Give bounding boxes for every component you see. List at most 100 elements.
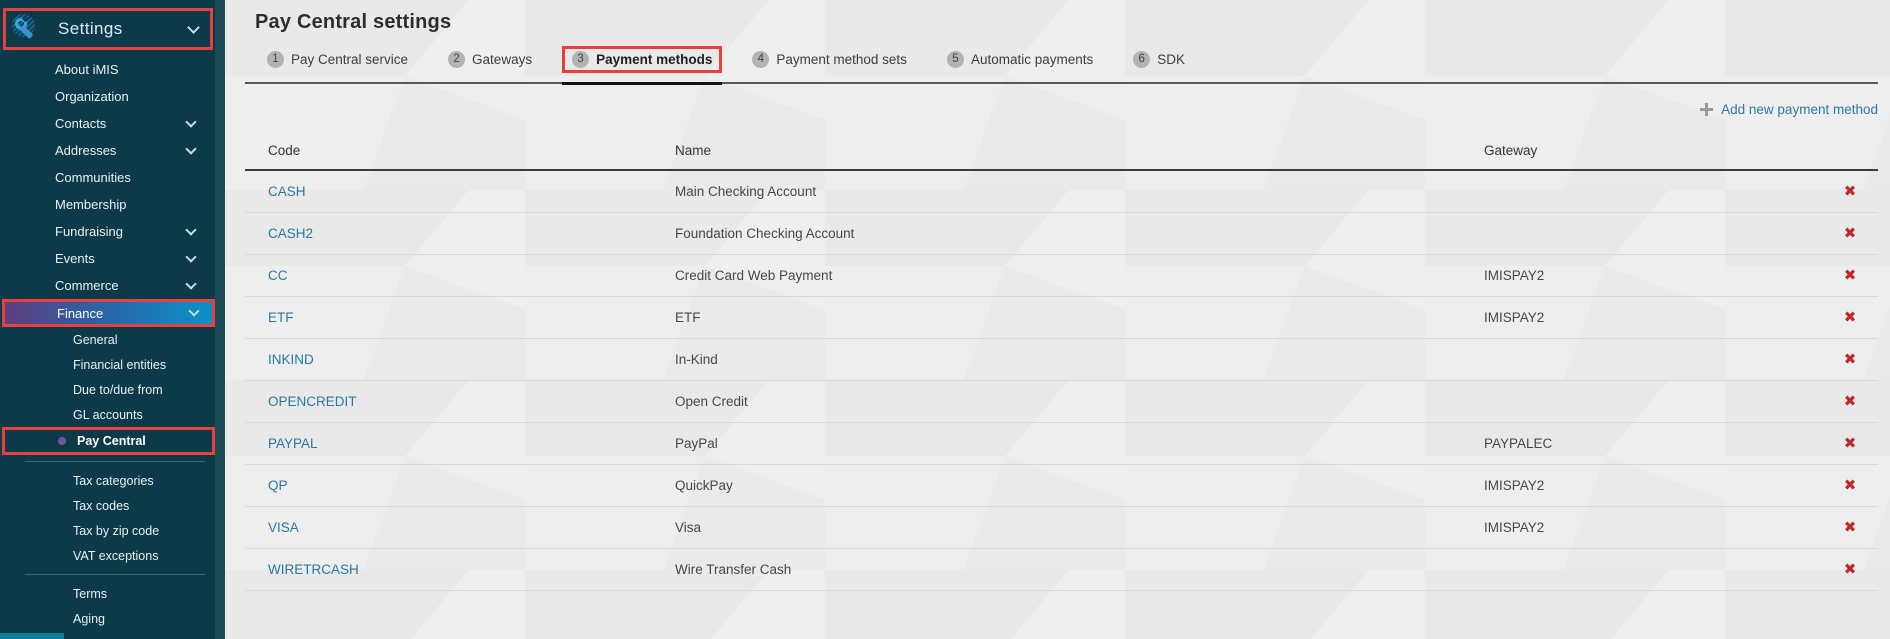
- sidebar-item-contacts[interactable]: Contacts: [0, 110, 215, 137]
- table-row: INKIND In-Kind ✖: [245, 339, 1878, 381]
- sidebar-divider: [25, 574, 205, 575]
- chevron-down-icon: [188, 305, 199, 316]
- payment-method-name: Wire Transfer Cash: [675, 562, 1484, 577]
- sidebar: Settings About iMIS Organization Contact…: [0, 0, 225, 639]
- sidebar-item-label: VAT exceptions: [73, 549, 158, 563]
- delete-x-icon[interactable]: ✖: [1844, 477, 1857, 494]
- sidebar-item-membership[interactable]: Membership: [0, 191, 215, 218]
- payment-method-name: In-Kind: [675, 352, 1484, 367]
- sidebar-item-communities[interactable]: Communities: [0, 164, 215, 191]
- sidebar-item-label: Tax by zip code: [73, 524, 159, 538]
- tab-sdk[interactable]: 6 SDK: [1126, 49, 1192, 70]
- sidebar-item-label: Tax codes: [73, 499, 129, 513]
- sidebar-item-events[interactable]: Events: [0, 245, 215, 272]
- tab-number-badge: 5: [947, 51, 964, 68]
- sidebar-item-financial-entities[interactable]: Financial entities: [0, 352, 215, 377]
- payment-method-name: PayPal: [675, 436, 1484, 451]
- tab-gateways[interactable]: 2 Gateways: [441, 49, 539, 70]
- sidebar-item-fundraising[interactable]: Fundraising: [0, 218, 215, 245]
- payment-method-code-link[interactable]: INKIND: [268, 352, 314, 367]
- sidebar-item-label: About iMIS: [55, 62, 119, 77]
- chevron-down-icon: [187, 21, 200, 34]
- payment-methods-table: Code Name Gateway CASH Main Checking Acc…: [245, 131, 1878, 591]
- delete-x-icon[interactable]: ✖: [1844, 393, 1857, 410]
- add-new-payment-method-link[interactable]: Add new payment method: [1700, 102, 1878, 117]
- payment-method-code-link[interactable]: CC: [268, 268, 288, 283]
- delete-x-icon[interactable]: ✖: [1844, 561, 1857, 578]
- sidebar-item-addresses[interactable]: Addresses: [0, 137, 215, 164]
- payment-method-code-link[interactable]: PAYPAL: [268, 436, 318, 451]
- sidebar-item-pay-central[interactable]: Pay Central: [2, 427, 215, 455]
- sidebar-item-label: Events: [55, 251, 95, 266]
- sidebar-item-vat-exceptions[interactable]: VAT exceptions: [0, 543, 215, 568]
- payment-method-gateway: IMISPAY2: [1484, 268, 1822, 283]
- payment-method-name: QuickPay: [675, 478, 1484, 493]
- payment-method-name: ETF: [675, 310, 1484, 325]
- delete-x-icon[interactable]: ✖: [1844, 183, 1857, 200]
- sidebar-item-aging[interactable]: Aging: [0, 606, 215, 631]
- table-row: CASH Main Checking Account ✖: [245, 171, 1878, 213]
- payment-method-code-link[interactable]: OPENCREDIT: [268, 394, 357, 409]
- table-row: ETF ETF IMISPAY2 ✖: [245, 297, 1878, 339]
- sidebar-nav: About iMIS Organization Contacts Address…: [0, 56, 225, 631]
- delete-x-icon[interactable]: ✖: [1844, 519, 1857, 536]
- sidebar-item-label: Terms: [73, 587, 107, 601]
- table-toolbar: Add new payment method: [245, 99, 1878, 119]
- payment-method-code-link[interactable]: QP: [268, 478, 288, 493]
- tab-payment-method-sets[interactable]: 4 Payment method sets: [745, 49, 914, 70]
- sidebar-scrollbar-thumb[interactable]: [0, 633, 64, 639]
- sidebar-item-label: Commerce: [55, 278, 119, 293]
- column-header-gateway: Gateway: [1484, 143, 1822, 158]
- sidebar-item-general[interactable]: General: [0, 327, 215, 352]
- tab-number-badge: 6: [1133, 51, 1150, 68]
- tab-pay-central-service[interactable]: 1 Pay Central service: [260, 49, 415, 70]
- payment-method-name: Foundation Checking Account: [675, 226, 1484, 241]
- sidebar-item-tax-by-zip-code[interactable]: Tax by zip code: [0, 518, 215, 543]
- payment-method-name: Visa: [675, 520, 1484, 535]
- sidebar-item-tax-categories[interactable]: Tax categories: [0, 468, 215, 493]
- payment-method-code-link[interactable]: ETF: [268, 310, 294, 325]
- delete-x-icon[interactable]: ✖: [1844, 435, 1857, 452]
- column-header-name: Name: [675, 143, 1484, 158]
- payment-method-code-link[interactable]: CASH2: [268, 226, 313, 241]
- tab-automatic-payments[interactable]: 5 Automatic payments: [940, 49, 1100, 70]
- payment-method-code-link[interactable]: CASH: [268, 184, 306, 199]
- delete-x-icon[interactable]: ✖: [1844, 309, 1857, 326]
- delete-x-icon[interactable]: ✖: [1844, 225, 1857, 242]
- payment-method-gateway: IMISPAY2: [1484, 520, 1822, 535]
- sidebar-item-tax-codes[interactable]: Tax codes: [0, 493, 215, 518]
- tab-payment-methods[interactable]: 3 Payment methods: [565, 49, 719, 70]
- chevron-down-icon: [185, 143, 196, 154]
- tab-label: SDK: [1157, 52, 1185, 67]
- sidebar-item-label: Contacts: [55, 116, 106, 131]
- sidebar-item-gl-accounts[interactable]: GL accounts: [0, 402, 215, 427]
- sidebar-item-commerce[interactable]: Commerce: [0, 272, 215, 299]
- sidebar-item-due-to-due-from[interactable]: Due to/due from: [0, 377, 215, 402]
- payment-method-code-link[interactable]: VISA: [268, 520, 299, 535]
- payment-method-code-link[interactable]: WIRETRCASH: [268, 562, 359, 577]
- delete-x-icon[interactable]: ✖: [1844, 267, 1857, 284]
- tab-number-badge: 3: [572, 51, 589, 68]
- table-row: CASH2 Foundation Checking Account ✖: [245, 213, 1878, 255]
- sidebar-item-label: Communities: [55, 170, 131, 185]
- add-link-label: Add new payment method: [1721, 102, 1878, 117]
- sidebar-item-label: Membership: [55, 197, 127, 212]
- sidebar-header-label: Settings: [58, 19, 123, 39]
- tab-label: Payment method sets: [776, 52, 907, 67]
- sidebar-item-about-imis[interactable]: About iMIS: [0, 56, 215, 83]
- chevron-down-icon: [185, 116, 196, 127]
- sidebar-item-label: GL accounts: [73, 408, 143, 422]
- delete-x-icon[interactable]: ✖: [1844, 351, 1857, 368]
- sidebar-item-label: Finance: [57, 306, 103, 321]
- table-header-row: Code Name Gateway: [245, 131, 1878, 171]
- payment-method-name: Main Checking Account: [675, 184, 1484, 199]
- tab-label: Automatic payments: [971, 52, 1093, 67]
- sidebar-item-terms[interactable]: Terms: [0, 581, 215, 606]
- payment-method-gateway: IMISPAY2: [1484, 310, 1822, 325]
- chevron-down-icon: [185, 251, 196, 262]
- sidebar-item-finance[interactable]: Finance: [2, 299, 215, 327]
- table-row: PAYPAL PayPal PAYPALEC ✖: [245, 423, 1878, 465]
- sidebar-item-organization[interactable]: Organization: [0, 83, 215, 110]
- sidebar-header-settings[interactable]: Settings: [3, 8, 213, 50]
- sidebar-scrollbar[interactable]: [215, 0, 225, 639]
